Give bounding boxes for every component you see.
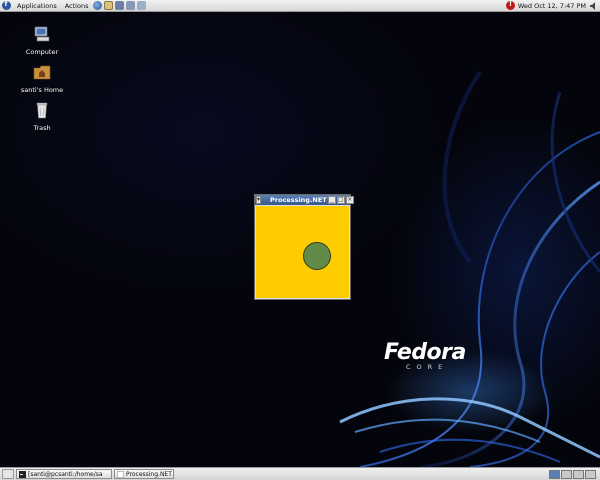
computer-icon [34,26,50,42]
desktop-icon-trash[interactable]: Trash [20,100,64,132]
taskbar-processing[interactable]: Processing.NET [114,469,174,479]
show-desktop-button[interactable] [2,469,14,479]
home-folder-icon [33,65,51,80]
fedora-brand-logo: Fedora CORE [384,340,466,371]
workspace-3[interactable] [573,469,584,479]
trash-icon [36,102,48,119]
desktop-icon-home[interactable]: santi's Home [20,62,64,94]
fedora-logo-icon[interactable] [2,0,11,10]
taskbar-label: Processing.NET [126,470,172,478]
clock[interactable]: Wed Oct 12, 7:47 PM [518,2,586,10]
menu-actions[interactable]: Actions [61,0,93,12]
desktop-icon-label: Trash [33,124,51,132]
window-icon [117,470,124,478]
window-titlebar[interactable]: ▾ Processing.NET _ □ × [255,195,354,205]
desktop-icon-computer[interactable]: Computer [20,24,64,56]
text-editor-icon[interactable] [115,1,125,10]
terminal-icon [19,470,26,478]
email-icon[interactable] [104,1,114,10]
web-browser-icon[interactable] [93,1,103,10]
volume-icon[interactable] [590,1,596,10]
maximize-button[interactable]: □ [336,196,345,204]
window-menu-button[interactable]: ▾ [256,196,262,204]
alert-icon[interactable] [505,0,515,10]
system-tray: Wed Oct 12, 7:47 PM [505,0,600,10]
workspace-4[interactable] [585,469,596,479]
workspace-1[interactable] [549,469,560,479]
workspace-2[interactable] [561,469,572,479]
presentation-icon[interactable] [126,1,136,10]
sketch-canvas[interactable] [256,206,349,298]
taskbar-label: [santi@pcsanti:/home/sa [28,470,103,478]
processing-window[interactable]: ▾ Processing.NET _ □ × [254,194,354,300]
close-button[interactable]: × [345,196,354,204]
taskbar-terminal[interactable]: [santi@pcsanti:/home/sa [16,469,112,479]
fedora-wordmark: Fedora [384,340,466,365]
desktop-icon-label: Computer [25,48,59,56]
top-panel: Applications Actions Wed Oct 12, 7:47 PM [0,0,600,12]
minimize-button[interactable]: _ [327,196,336,204]
window-title: Processing.NET [270,196,327,204]
sketch-circle [303,242,331,270]
bottom-panel: [santi@pcsanti:/home/sa Processing.NET [0,467,600,480]
office-icon[interactable] [137,1,147,10]
menu-applications[interactable]: Applications [13,0,61,12]
workspace-switcher[interactable] [548,469,596,479]
desktop-icon-label: santi's Home [20,86,64,94]
